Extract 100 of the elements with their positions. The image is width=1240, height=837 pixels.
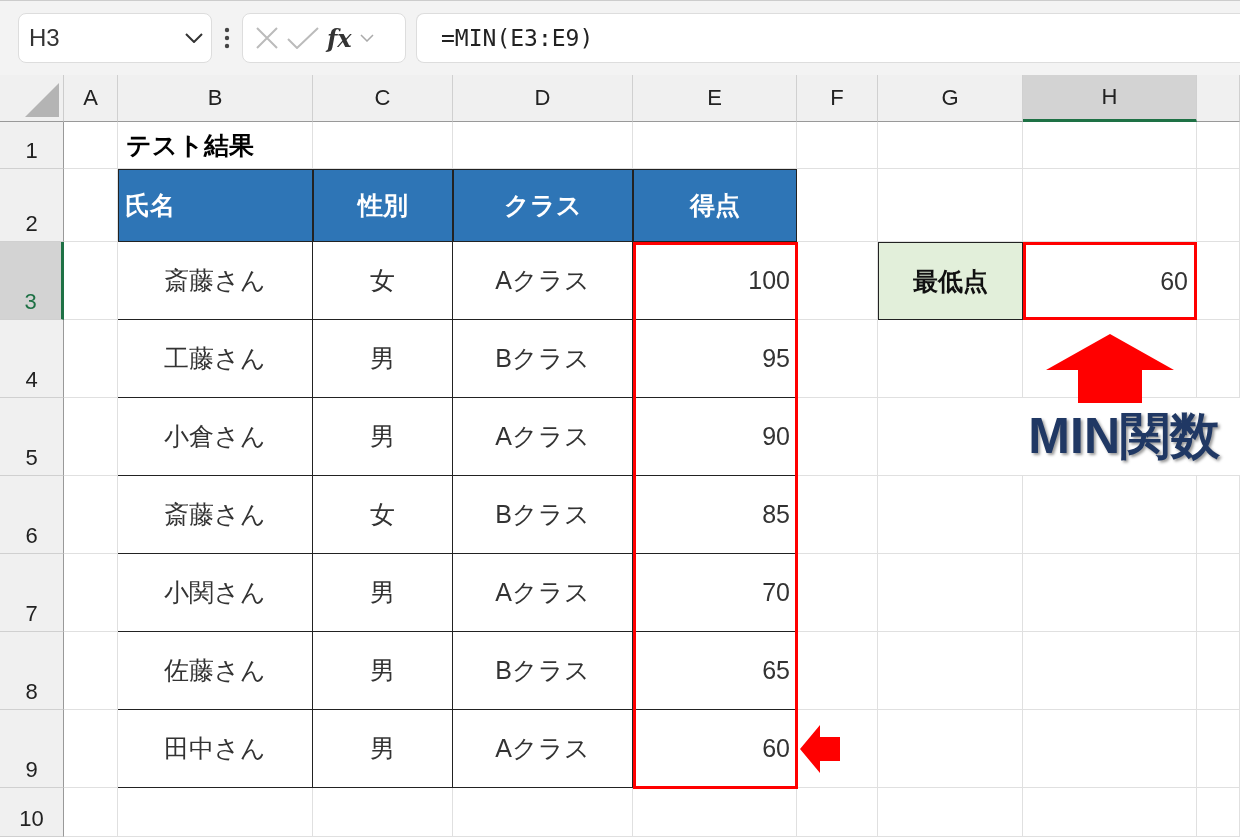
table-cell: 男 — [313, 320, 453, 398]
column-header[interactable]: A — [64, 75, 118, 122]
empty-cell[interactable] — [64, 320, 118, 398]
column-header[interactable] — [1197, 75, 1240, 122]
empty-cell[interactable] — [878, 632, 1023, 710]
table-cell: Aクラス — [453, 710, 633, 788]
table-cell: 100 — [633, 242, 797, 320]
table-cell: 60 — [633, 710, 797, 788]
empty-cell[interactable] — [1023, 632, 1197, 710]
table-cell: 男 — [313, 554, 453, 632]
empty-cell[interactable] — [878, 476, 1023, 554]
column-header[interactable]: G — [878, 75, 1023, 122]
header-cell: 得点 — [633, 169, 797, 242]
table-cell: 小倉さん — [118, 398, 313, 476]
empty-cell[interactable] — [1197, 476, 1240, 554]
empty-cell[interactable] — [797, 476, 878, 554]
empty-cell[interactable] — [1197, 169, 1240, 242]
cancel-icon[interactable] — [255, 26, 279, 50]
row-header[interactable]: 7 — [0, 554, 64, 632]
table-cell: 男 — [313, 398, 453, 476]
empty-cell[interactable] — [633, 788, 797, 837]
empty-cell[interactable] — [1197, 632, 1240, 710]
check-icon[interactable] — [287, 27, 319, 49]
empty-cell[interactable] — [64, 242, 118, 320]
empty-cell[interactable] — [1023, 122, 1197, 169]
column-header[interactable]: C — [313, 75, 453, 122]
empty-cell[interactable] — [64, 632, 118, 710]
table-cell: 男 — [313, 710, 453, 788]
empty-cell[interactable] — [64, 398, 118, 476]
empty-cell[interactable] — [1023, 710, 1197, 788]
empty-cell[interactable] — [1023, 169, 1197, 242]
empty-cell[interactable] — [1197, 242, 1240, 320]
empty-cell[interactable] — [313, 788, 453, 837]
empty-cell[interactable] — [1197, 710, 1240, 788]
column-header[interactable]: B — [118, 75, 313, 122]
column-header[interactable]: H — [1023, 75, 1197, 122]
column-header[interactable]: E — [633, 75, 797, 122]
table-cell: 70 — [633, 554, 797, 632]
table-cell: 男 — [313, 632, 453, 710]
empty-cell[interactable] — [1197, 788, 1240, 837]
table-cell: 小関さん — [118, 554, 313, 632]
row-header[interactable]: 8 — [0, 632, 64, 710]
empty-cell[interactable] — [118, 788, 313, 837]
row-header[interactable]: 3 — [0, 242, 64, 320]
header-cell: クラス — [453, 169, 633, 242]
row-header[interactable]: 2 — [0, 169, 64, 242]
row-header[interactable]: 5 — [0, 398, 64, 476]
table-cell: Bクラス — [453, 320, 633, 398]
name-box[interactable]: H3 — [18, 13, 212, 63]
table-cell: 工藤さん — [118, 320, 313, 398]
row-header[interactable]: 1 — [0, 122, 64, 169]
formula-field[interactable]: =MIN(E3:E9) — [416, 13, 1240, 63]
select-all-button[interactable] — [0, 75, 64, 122]
table-cell: 90 — [633, 398, 797, 476]
empty-cell[interactable] — [1023, 554, 1197, 632]
table-cell: Aクラス — [453, 398, 633, 476]
empty-cell[interactable] — [878, 320, 1023, 398]
empty-cell[interactable] — [797, 398, 878, 476]
empty-cell[interactable] — [64, 710, 118, 788]
empty-cell[interactable] — [64, 554, 118, 632]
table-cell: 田中さん — [118, 710, 313, 788]
empty-cell[interactable] — [878, 710, 1023, 788]
table-cell: 女 — [313, 242, 453, 320]
table-cell[interactable]: 60 — [1023, 242, 1197, 320]
header-cell: 性別 — [313, 169, 453, 242]
left-arrow-icon — [800, 724, 840, 773]
empty-cell[interactable] — [797, 632, 878, 710]
column-header[interactable]: D — [453, 75, 633, 122]
insert-function-button[interactable]: fx — [327, 23, 352, 53]
table-cell: Bクラス — [453, 476, 633, 554]
up-arrow-icon — [1045, 334, 1174, 406]
empty-cell[interactable] — [1197, 554, 1240, 632]
empty-cell[interactable] — [797, 320, 878, 398]
empty-cell[interactable] — [797, 788, 878, 837]
row-header[interactable]: 4 — [0, 320, 64, 398]
empty-cell[interactable] — [797, 554, 878, 632]
row-header[interactable]: 9 — [0, 710, 64, 788]
label-cell: 最低点 — [878, 242, 1023, 320]
empty-cell[interactable] — [878, 788, 1023, 837]
vertical-dots-icon[interactable] — [224, 27, 230, 49]
table-cell: 斎藤さん — [118, 476, 313, 554]
chevron-icon[interactable] — [359, 34, 374, 42]
row-header[interactable]: 6 — [0, 476, 64, 554]
table-cell: 95 — [633, 320, 797, 398]
table-cell: 65 — [633, 632, 797, 710]
empty-cell[interactable] — [453, 788, 633, 837]
empty-cell[interactable] — [878, 554, 1023, 632]
table-cell: Aクラス — [453, 242, 633, 320]
empty-cell[interactable] — [878, 122, 1023, 169]
empty-cell[interactable] — [1023, 788, 1197, 837]
row-header[interactable]: 10 — [0, 788, 64, 837]
empty-cell[interactable] — [797, 122, 878, 169]
column-header[interactable]: F — [797, 75, 878, 122]
chevron-icon — [185, 33, 203, 43]
empty-cell[interactable] — [64, 476, 118, 554]
table-cell: 斎藤さん — [118, 242, 313, 320]
header-cell: 氏名 — [118, 169, 313, 242]
empty-cell[interactable] — [1023, 476, 1197, 554]
empty-cell[interactable] — [1197, 320, 1240, 398]
corner-triangle-icon — [25, 83, 59, 117]
